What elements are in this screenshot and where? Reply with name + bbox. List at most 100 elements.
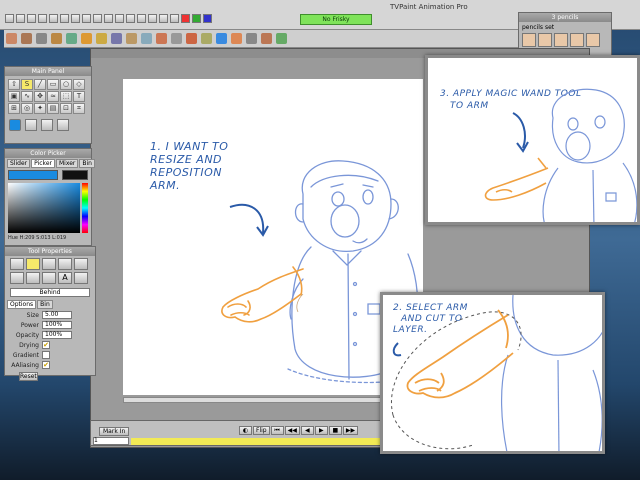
cross-tool-icon[interactable] [216, 33, 227, 44]
undo-icon[interactable] [38, 14, 47, 23]
oil-tool-icon[interactable] [96, 33, 107, 44]
stamp-tool-icon[interactable] [261, 33, 272, 44]
panorama-tool-icon[interactable]: ▤ [47, 103, 59, 114]
primary-color-swatch[interactable] [8, 170, 58, 180]
layer-visibility-icon[interactable] [25, 119, 37, 131]
camera-tool-icon[interactable]: ◎ [21, 103, 33, 114]
secondary-color-swatch[interactable] [62, 170, 88, 180]
pastel-tool-icon[interactable] [201, 33, 212, 44]
new-file-icon[interactable] [5, 14, 14, 23]
rewind-icon[interactable]: ◀◀ [284, 426, 300, 435]
play-icon[interactable]: ▶ [314, 426, 328, 435]
warp-tool-icon[interactable]: ⊞ [8, 103, 20, 114]
water-tool-icon[interactable] [141, 33, 152, 44]
tab-mixer[interactable]: Mixer [55, 159, 79, 168]
red-swatch-icon[interactable] [181, 14, 190, 23]
polygon-tool-icon[interactable]: ◇ [73, 79, 85, 90]
color-field[interactable] [8, 183, 80, 233]
eraser-preset-icon[interactable] [10, 272, 24, 284]
eraser-tool-icon[interactable] [231, 33, 242, 44]
stamp-preset-icon[interactable] [42, 272, 56, 284]
close-tool-icon[interactable] [246, 33, 257, 44]
freehand-tool-icon[interactable]: S [21, 79, 33, 90]
blue-swatch-icon[interactable] [203, 14, 212, 23]
tab-bin[interactable]: Bin [79, 159, 95, 168]
pen-preset-icon[interactable] [42, 258, 56, 270]
airbrush-preset-icon[interactable] [58, 258, 72, 270]
stop-icon[interactable]: ■ [328, 426, 342, 435]
smudge-preset-icon[interactable] [26, 272, 40, 284]
circle-tool-icon[interactable]: ○ [60, 79, 72, 90]
tab-options[interactable]: Options [7, 300, 37, 309]
fx-icon[interactable] [71, 14, 80, 23]
airbrush-tool-icon[interactable] [36, 33, 47, 44]
brush-preset-icon[interactable] [26, 258, 40, 270]
grid-icon[interactable] [104, 14, 113, 23]
pencil-tool-icon[interactable] [6, 33, 17, 44]
pencil-preset-2-icon[interactable] [538, 33, 552, 47]
rotate-icon[interactable] [170, 14, 179, 23]
first-frame-icon[interactable]: ⏮ [270, 426, 284, 435]
fill-area-tool-icon[interactable]: ▣ [8, 91, 20, 102]
onion-skin-icon[interactable] [137, 14, 146, 23]
settings-icon[interactable] [57, 119, 69, 131]
redo-icon[interactable] [49, 14, 58, 23]
horizontal-scrollbar[interactable] [123, 397, 423, 403]
text-tool-icon[interactable]: T [73, 91, 85, 102]
text-preset-icon[interactable]: A [58, 272, 72, 284]
select-tool-icon[interactable]: ⬚ [60, 91, 72, 102]
frame-input[interactable]: 1 [93, 437, 129, 445]
crop-tool-icon[interactable]: ⌗ [73, 103, 85, 114]
smudge-tool-icon[interactable] [156, 33, 167, 44]
transform-tool-icon[interactable]: ⊡ [60, 103, 72, 114]
arrow-tool-icon[interactable]: ⇧ [8, 79, 20, 90]
lock-icon[interactable] [41, 119, 53, 131]
layers-icon[interactable] [93, 14, 102, 23]
knife-tool-icon[interactable] [126, 33, 137, 44]
move-tool-icon[interactable]: ✥ [34, 91, 46, 102]
crayon-tool-icon[interactable] [51, 33, 62, 44]
magic-wand-tool-icon[interactable]: ✦ [34, 103, 46, 114]
tab-tool-bin[interactable]: Bin [37, 300, 53, 309]
spline-tool-icon[interactable]: ∿ [21, 91, 33, 102]
active-color-icon[interactable] [9, 119, 21, 131]
felt-tool-icon[interactable] [186, 33, 197, 44]
flip-button[interactable]: Flip [253, 426, 270, 435]
brush-tool-icon[interactable] [21, 33, 32, 44]
knife-preset-icon[interactable] [74, 258, 88, 270]
mark-in-button[interactable]: Mark In [99, 427, 130, 436]
open-file-icon[interactable] [16, 14, 25, 23]
mirror-icon[interactable] [148, 14, 157, 23]
color-wheel-icon[interactable] [82, 14, 91, 23]
marker-tool-icon[interactable] [66, 33, 77, 44]
size-field[interactable]: 5.00 [42, 311, 72, 319]
blur-tool-icon[interactable] [171, 33, 182, 44]
tab-picker[interactable]: Picker [31, 159, 55, 168]
opacity-field[interactable]: 100% [42, 331, 72, 339]
pencil-preset-icon[interactable] [10, 258, 24, 270]
tab-slider[interactable]: Slider [7, 159, 31, 168]
hue-slider[interactable] [82, 183, 88, 233]
next-frame-icon[interactable]: ▶▶ [342, 426, 359, 435]
lightbox-icon[interactable] [115, 14, 124, 23]
blend-mode-select[interactable]: Behind [10, 288, 90, 297]
green-swatch-icon[interactable] [192, 14, 201, 23]
pencil-preset-5-icon[interactable] [586, 33, 600, 47]
pencil-preset-1-icon[interactable] [522, 33, 536, 47]
onion-icon[interactable]: ◐ [239, 426, 252, 435]
reset-button[interactable]: Reset [19, 372, 38, 381]
line-tool-icon[interactable]: ╱ [34, 79, 46, 90]
pencil-preset-3-icon[interactable] [554, 33, 568, 47]
flip-icon[interactable] [159, 14, 168, 23]
fill-preset-icon[interactable] [74, 272, 88, 284]
drying-checkbox[interactable]: ✔ [42, 341, 50, 349]
zoom-icon[interactable] [60, 14, 69, 23]
ink-tool-icon[interactable] [111, 33, 122, 44]
wave-tool-icon[interactable]: ≈ [47, 91, 59, 102]
pencil-preset-4-icon[interactable] [570, 33, 584, 47]
chalk-tool-icon[interactable] [81, 33, 92, 44]
gradient-checkbox[interactable] [42, 351, 50, 359]
power-field[interactable]: 100% [42, 321, 72, 329]
prev-frame-icon[interactable]: ◀ [300, 426, 314, 435]
fill-tool-icon[interactable] [276, 33, 287, 44]
